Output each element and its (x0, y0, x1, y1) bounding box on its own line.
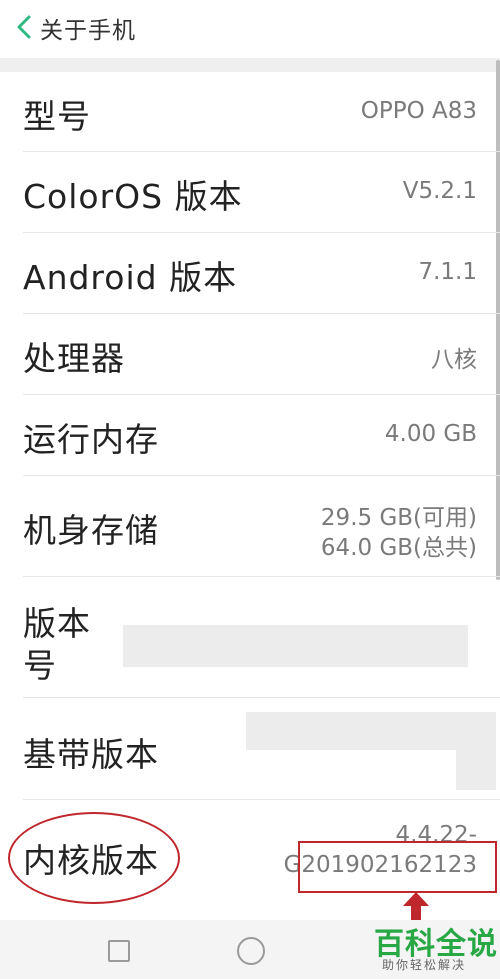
page-title: 关于手机 (40, 18, 136, 44)
annotation-oval (8, 812, 180, 904)
item-label: Android 版本 (23, 258, 238, 297)
item-value: 4.00 GB (384, 421, 477, 447)
annotation-rectangle (298, 841, 497, 893)
item-value-total: 64.0 GB(总共) (320, 535, 477, 561)
list-item-android-version[interactable]: Android 版本 7.1.1 (0, 233, 500, 313)
item-label: 处理器 (23, 339, 125, 378)
redacted-value (246, 712, 496, 750)
list-item-coloros-version[interactable]: ColorOS 版本 V5.2.1 (0, 152, 500, 232)
item-label: ColorOS 版本 (23, 177, 243, 216)
item-value: 7.1.1 (418, 259, 477, 285)
header-divider (0, 58, 500, 72)
item-value: 八核 (431, 347, 477, 373)
list-item-ram[interactable]: 运行内存 4.00 GB (0, 395, 500, 475)
list-item-model[interactable]: 型号 OPPO A83 (0, 72, 500, 152)
chevron-left-icon[interactable] (14, 14, 34, 40)
list-item-processor[interactable]: 处理器 八核 (0, 314, 500, 394)
item-label: 机身存储 (23, 511, 159, 550)
item-label-line2: 号 (23, 646, 57, 685)
item-label: 运行内存 (23, 420, 159, 459)
watermark-subtitle: 助你轻松解决 (382, 958, 467, 972)
item-label: 型号 (23, 97, 91, 136)
arrow-up-icon (403, 892, 429, 922)
list-item-storage[interactable]: 机身存储 29.5 GB(可用) 64.0 GB(总共) (0, 476, 500, 576)
square-icon[interactable] (108, 940, 130, 962)
circle-icon[interactable] (237, 937, 265, 965)
item-value-available: 29.5 GB(可用) (320, 505, 477, 531)
item-value: V5.2.1 (402, 178, 477, 204)
redacted-value (456, 748, 496, 790)
redacted-value (123, 625, 468, 667)
item-value: OPPO A83 (360, 98, 477, 124)
item-label: 基带版本 (23, 735, 159, 774)
app-header: 关于手机 (0, 0, 500, 56)
item-label-line1: 版本 (23, 604, 91, 643)
